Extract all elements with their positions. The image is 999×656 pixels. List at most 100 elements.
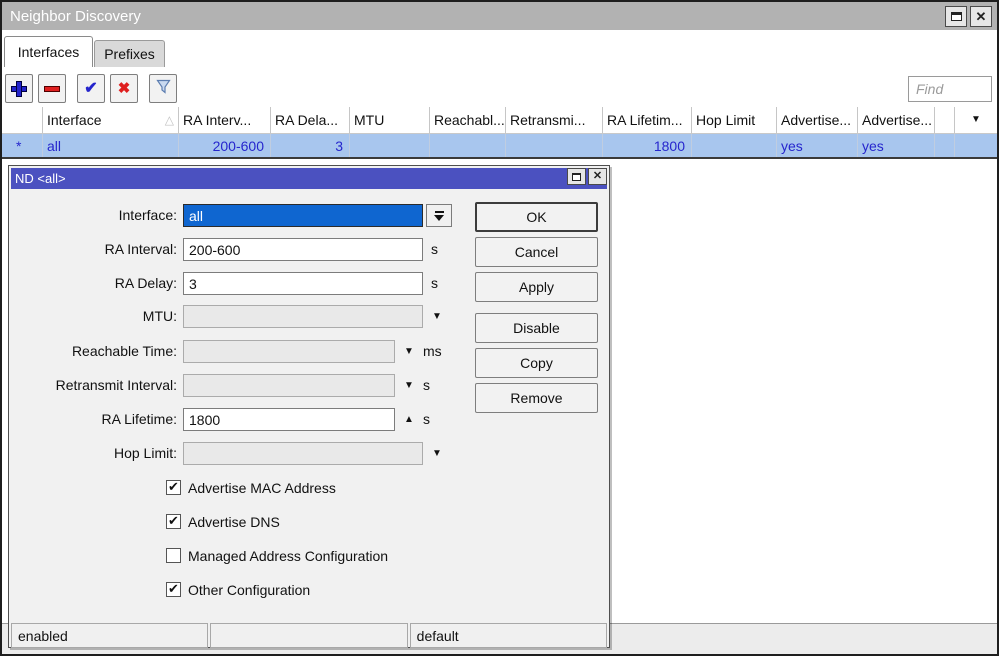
hop-limit-input[interactable] xyxy=(183,442,423,465)
advertise-dns-checkbox[interactable] xyxy=(166,514,181,529)
hop-limit-label: Hop Limit: xyxy=(9,442,177,465)
status-middle xyxy=(210,623,407,648)
retransmit-interval-input[interactable] xyxy=(183,374,395,397)
ra-interval-input[interactable] xyxy=(183,238,423,261)
tab-prefixes[interactable]: Prefixes xyxy=(94,40,165,67)
dropdown-bar-icon xyxy=(435,211,444,213)
column-header-interface[interactable]: Interface △ xyxy=(43,107,179,133)
dialog-maximize-button[interactable] xyxy=(567,168,586,185)
sort-ascending-icon: △ xyxy=(165,113,174,127)
ra-lifetime-unit: s xyxy=(423,408,430,431)
column-header-ra-delay[interactable]: RA Dela... xyxy=(271,107,350,133)
row-interface: all xyxy=(43,134,179,157)
ra-lifetime-label: RA Lifetime: xyxy=(9,408,177,431)
column-header-selector[interactable] xyxy=(2,107,43,133)
retransmit-interval-unit: s xyxy=(423,374,430,397)
row-ra-interval: 200-600 xyxy=(179,134,271,157)
mtu-label: MTU: xyxy=(9,305,177,328)
row-reachable xyxy=(430,134,506,157)
tab-interfaces[interactable]: Interfaces xyxy=(4,36,93,67)
column-header-interface-label: Interface xyxy=(47,112,101,128)
plus-icon xyxy=(11,81,27,97)
window-titlebar[interactable]: Neighbor Discovery ✕ xyxy=(2,2,997,30)
ra-delay-input[interactable] xyxy=(183,272,423,295)
cross-icon: ✖ xyxy=(118,81,131,96)
ra-lifetime-collapse-icon[interactable]: ▲ xyxy=(404,408,414,431)
managed-address-label: Managed Address Configuration xyxy=(188,548,388,564)
row-flag: * xyxy=(2,134,43,157)
close-icon: ✕ xyxy=(976,10,987,23)
dialog-close-icon: ✕ xyxy=(593,171,602,182)
column-header-reachable[interactable]: Reachabl... xyxy=(430,107,506,133)
table-row[interactable]: * all 200-600 3 1800 yes yes xyxy=(2,134,997,157)
ra-interval-label: RA Interval: xyxy=(9,238,177,261)
dialog-close-button[interactable]: ✕ xyxy=(588,168,607,185)
row-advertise-dns: yes xyxy=(858,134,935,157)
ra-interval-unit: s xyxy=(431,238,438,261)
reachable-time-input[interactable] xyxy=(183,340,395,363)
row-ra-lifetime: 1800 xyxy=(603,134,692,157)
ok-button[interactable]: OK xyxy=(475,202,598,232)
enable-button[interactable]: ✔ xyxy=(77,74,105,103)
dialog-title: ND <all> xyxy=(15,171,66,186)
row-filler-end xyxy=(955,134,997,157)
column-header-retransmit[interactable]: Retransmi... xyxy=(506,107,603,133)
row-advertise-mac: yes xyxy=(777,134,858,157)
column-header-mtu[interactable]: MTU xyxy=(350,107,430,133)
disable-button-dialog[interactable]: Disable xyxy=(475,313,598,343)
nd-dialog: ND <all> ✕ Interface: all RA Interval: s… xyxy=(8,165,610,648)
neighbor-discovery-window: Neighbor Discovery ✕ Interfaces Prefixes… xyxy=(0,0,999,656)
column-header-ra-lifetime[interactable]: RA Lifetim... xyxy=(603,107,692,133)
column-header-advertise-mac[interactable]: Advertise... xyxy=(777,107,858,133)
dialog-titlebar[interactable]: ND <all> xyxy=(11,168,607,189)
reachable-time-unit: ms xyxy=(423,340,442,363)
table-header: Interface △ RA Interv... RA Dela... MTU … xyxy=(2,107,997,134)
row-mtu xyxy=(350,134,430,157)
ra-delay-unit: s xyxy=(431,272,438,295)
other-configuration-label: Other Configuration xyxy=(188,582,310,598)
maximize-button[interactable] xyxy=(945,6,967,27)
column-header-filler xyxy=(935,107,955,133)
interface-select[interactable]: all xyxy=(183,204,423,227)
ra-delay-label: RA Delay: xyxy=(9,272,177,295)
row-filler xyxy=(935,134,955,157)
status-default: default xyxy=(410,623,607,648)
dropdown-arrow-icon xyxy=(434,215,444,221)
advertise-dns-label: Advertise DNS xyxy=(188,514,280,530)
row-ra-delay: 3 xyxy=(271,134,350,157)
column-header-advertise-dns[interactable]: Advertise... xyxy=(858,107,935,133)
cancel-button[interactable]: Cancel xyxy=(475,237,598,267)
close-button[interactable]: ✕ xyxy=(970,6,992,27)
other-configuration-checkbox[interactable] xyxy=(166,582,181,597)
disable-button[interactable]: ✖ xyxy=(110,74,138,103)
advertise-mac-label: Advertise MAC Address xyxy=(188,480,336,496)
remove-button-dialog[interactable]: Remove xyxy=(475,383,598,413)
column-header-hop-limit[interactable]: Hop Limit xyxy=(692,107,777,133)
column-options-button[interactable]: ▼ xyxy=(955,107,997,133)
ra-lifetime-input[interactable] xyxy=(183,408,395,431)
chevron-down-icon: ▼ xyxy=(971,115,981,125)
apply-button[interactable]: Apply xyxy=(475,272,598,302)
row-retransmit xyxy=(506,134,603,157)
find-input[interactable] xyxy=(908,76,992,102)
managed-address-checkbox[interactable] xyxy=(166,548,181,563)
hop-limit-expand-icon[interactable]: ▼ xyxy=(432,442,442,465)
dialog-maximize-icon xyxy=(572,173,581,181)
column-header-ra-interval[interactable]: RA Interv... xyxy=(179,107,271,133)
dialog-status-bar: enabled default xyxy=(11,623,607,648)
mtu-input[interactable] xyxy=(183,305,423,328)
reachable-time-label: Reachable Time: xyxy=(9,340,177,363)
reachable-time-expand-icon[interactable]: ▼ xyxy=(404,340,414,363)
interface-dropdown-button[interactable] xyxy=(426,204,452,227)
add-button[interactable] xyxy=(5,74,33,103)
remove-button[interactable] xyxy=(38,74,66,103)
funnel-icon xyxy=(155,78,172,100)
toolbar: ✔ ✖ xyxy=(2,67,997,107)
copy-button[interactable]: Copy xyxy=(475,348,598,378)
filter-button[interactable] xyxy=(149,74,177,103)
retransmit-interval-expand-icon[interactable]: ▼ xyxy=(404,374,414,397)
check-icon: ✔ xyxy=(84,81,97,97)
status-enabled: enabled xyxy=(11,623,208,648)
mtu-expand-icon[interactable]: ▼ xyxy=(432,305,442,328)
advertise-mac-checkbox[interactable] xyxy=(166,480,181,495)
